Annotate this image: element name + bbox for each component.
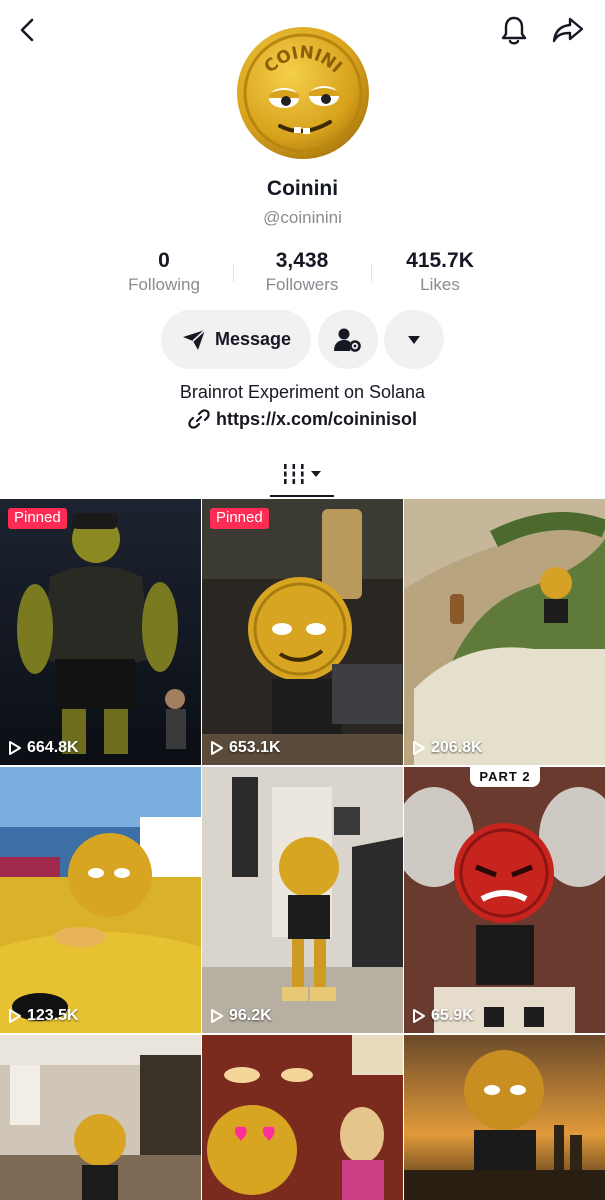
- play-icon: [211, 1009, 223, 1023]
- view-count-text: 653.1K: [229, 739, 281, 756]
- following-stat[interactable]: 0 Following: [94, 248, 234, 296]
- chevron-left-icon: [20, 18, 34, 42]
- view-count: 206.8K: [412, 739, 483, 757]
- coin-face-avatar-image: COININI: [237, 27, 369, 159]
- display-name: Coinini: [266, 177, 339, 200]
- coin-in-living-room-image: [0, 1035, 201, 1200]
- coin-on-crocodile-image: [404, 499, 605, 765]
- coin-yellow-sportscar-image: [0, 767, 201, 1033]
- coin-at-laptop-classroom-image: [202, 499, 403, 765]
- bell-icon: [501, 16, 527, 45]
- likes-label: Likes: [420, 275, 460, 294]
- caret-down-icon: [408, 335, 420, 344]
- play-icon: [9, 1009, 21, 1023]
- play-icon: [413, 741, 425, 755]
- view-count-text: 123.5K: [27, 1007, 79, 1024]
- following-label: Following: [128, 275, 200, 294]
- pinned-badge: Pinned: [210, 508, 269, 529]
- coin-heart-eyes-diner-image: [202, 1035, 403, 1200]
- video-grid: Pinned 664.8K Pinned 653.1K 206.8K 123.5…: [0, 499, 605, 1200]
- grid-icon: [284, 464, 304, 484]
- profile-actions: Message: [0, 310, 605, 370]
- likes-stat[interactable]: 415.7K Likes: [370, 248, 510, 296]
- share-button[interactable]: [548, 10, 588, 50]
- following-count: 0: [158, 249, 170, 272]
- play-icon: [9, 741, 21, 755]
- coin-sunset-city-image: [404, 1035, 605, 1200]
- view-count-text: 206.8K: [431, 739, 483, 756]
- video-thumbnail[interactable]: [0, 1035, 201, 1200]
- play-icon: [211, 741, 223, 755]
- view-count: 653.1K: [210, 739, 281, 757]
- pinned-badge: Pinned: [8, 508, 67, 529]
- video-thumbnail[interactable]: [404, 1035, 605, 1200]
- notifications-button[interactable]: [494, 10, 534, 50]
- avatar[interactable]: COININI: [236, 26, 370, 160]
- view-count-text: 664.8K: [27, 739, 79, 756]
- caret-down-icon: [311, 471, 321, 477]
- video-thumbnail[interactable]: 206.8K: [404, 499, 605, 765]
- followers-label: Followers: [265, 275, 339, 294]
- profile-link-text: https://x.com/coininisol: [215, 408, 417, 429]
- link-icon: [188, 409, 210, 429]
- muscular-coin-gym-image: [0, 499, 201, 765]
- view-count: 96.2K: [210, 1007, 272, 1025]
- back-button[interactable]: [10, 12, 46, 48]
- profile-link[interactable]: https://x.com/coininisol: [0, 408, 605, 430]
- share-icon: [552, 17, 584, 43]
- video-thumbnail[interactable]: 123.5K: [0, 767, 201, 1033]
- view-count: 664.8K: [8, 739, 79, 757]
- paper-plane-icon: [182, 328, 206, 350]
- coin-in-hallway-image: [202, 767, 403, 1033]
- profile-stats: 0 Following 3,438 Followers 415.7K Likes: [0, 248, 605, 298]
- message-button[interactable]: Message: [161, 310, 311, 369]
- part-overlay-label: PART 2: [470, 767, 540, 787]
- username: @coininini: [263, 208, 342, 227]
- video-thumbnail[interactable]: 96.2K: [202, 767, 403, 1033]
- view-count-text: 65.9K: [431, 1007, 474, 1024]
- video-thumbnail[interactable]: Pinned 664.8K: [0, 499, 201, 765]
- view-count: 65.9K: [412, 1007, 474, 1025]
- video-thumbnail[interactable]: Pinned 653.1K: [202, 499, 403, 765]
- message-button-label: Message: [214, 329, 292, 349]
- stat-divider: [371, 264, 372, 282]
- stat-divider: [233, 264, 234, 282]
- user-gear-icon: [334, 328, 361, 352]
- angry-red-coin-image: [404, 767, 605, 1033]
- followers-count: 3,438: [275, 249, 329, 272]
- content-tabs: [0, 450, 605, 498]
- tab-videos-grid[interactable]: [270, 454, 334, 494]
- video-thumbnail[interactable]: [202, 1035, 403, 1200]
- video-thumbnail[interactable]: PART 2 65.9K: [404, 767, 605, 1033]
- followers-stat[interactable]: 3,438 Followers: [232, 248, 372, 296]
- active-tab-indicator: [270, 495, 334, 497]
- more-options-dropdown[interactable]: [384, 310, 444, 369]
- play-icon: [413, 1009, 425, 1023]
- likes-count: 415.7K: [406, 249, 474, 272]
- view-count: 123.5K: [8, 1007, 79, 1025]
- view-count-text: 96.2K: [229, 1007, 272, 1024]
- bio-text: Brainrot Experiment on Solana: [179, 382, 426, 402]
- friend-settings-button[interactable]: [318, 310, 378, 369]
